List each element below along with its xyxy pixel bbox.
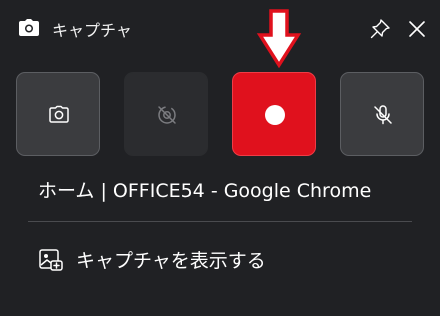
camera-icon bbox=[49, 105, 69, 123]
arrow-down-icon bbox=[256, 9, 302, 68]
capture-widget-panel: キャプチャ ホーム | OFFICE54 - Google Chrome キャプ… bbox=[0, 0, 440, 316]
pin-icon bbox=[370, 19, 390, 39]
widget-title: キャプチャ bbox=[52, 21, 132, 40]
record-dot-icon bbox=[265, 105, 285, 125]
record-off-icon bbox=[158, 106, 176, 124]
close-icon bbox=[409, 21, 425, 37]
show-captures-label: キャプチャを表示する bbox=[76, 250, 266, 272]
divider bbox=[28, 221, 412, 222]
target-window-title: ホーム | OFFICE54 - Google Chrome bbox=[38, 180, 372, 202]
camera-icon bbox=[19, 19, 39, 36]
pin-button[interactable] bbox=[366, 15, 394, 43]
mic-toggle-button[interactable] bbox=[340, 72, 424, 156]
screenshot-button[interactable] bbox=[16, 72, 100, 156]
record-button[interactable] bbox=[232, 72, 316, 156]
mic-off-icon bbox=[374, 105, 392, 125]
gallery-icon bbox=[39, 249, 63, 271]
record-off-button[interactable] bbox=[124, 72, 208, 156]
close-button[interactable] bbox=[403, 15, 431, 43]
show-captures-link[interactable]: キャプチャを表示する bbox=[28, 238, 388, 278]
title-bar: キャプチャ bbox=[0, 0, 440, 60]
